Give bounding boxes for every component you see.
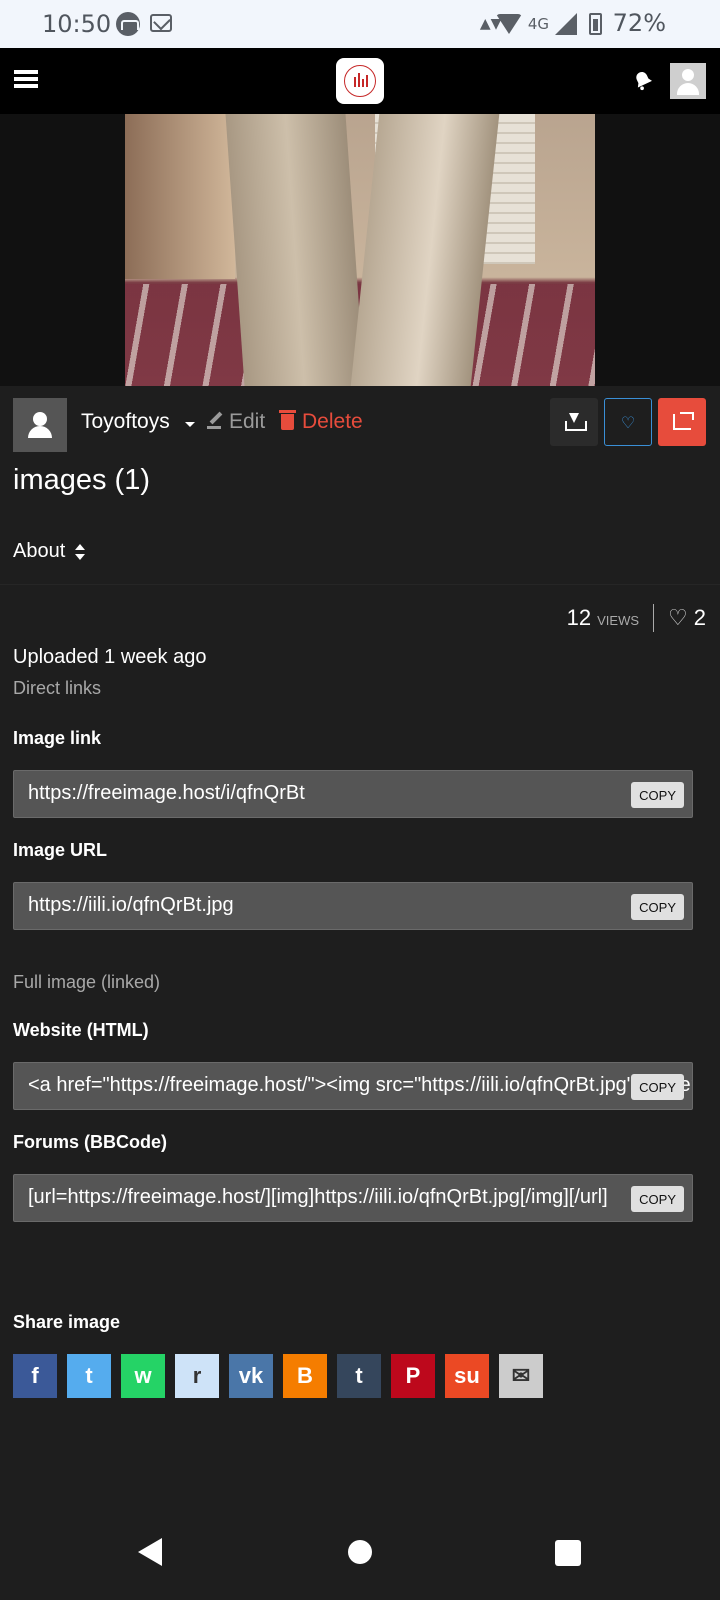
website-html-value[interactable]: <a href="https://freeimage.host/"><img s… [28,1074,692,1097]
owner-dropdown-caret-icon[interactable] [185,422,195,427]
share-stumbleupon-button[interactable]: su [445,1354,489,1398]
reddit-icon: r [192,1363,202,1388]
wifi-icon [495,14,522,34]
network-type: 4G [527,15,549,33]
website-html-label: Website (HTML) [13,1020,149,1040]
owner-avatar[interactable] [13,398,67,452]
stats-separator [653,604,655,632]
image-stats: 12 VIEWS ♡ 2 [567,604,706,632]
share-icon [673,412,694,430]
signal-icon [555,13,577,35]
delete-label: Delete [302,410,363,433]
user-avatar[interactable] [670,63,706,99]
status-bar: 10:50 ▲▼ 4G 72% [0,0,720,48]
image-link-value[interactable]: https://freeimage.host/i/qfnQrBt [28,782,305,805]
whatsapp-icon: w [134,1363,152,1388]
motorola-icon [116,12,140,36]
delete-button[interactable]: Delete [279,410,363,434]
email-icon: ✉ [511,1363,531,1388]
copy-button[interactable]: COPY [631,1186,684,1212]
share-blogger-button[interactable]: B [283,1354,327,1398]
image-url-field[interactable]: https://iili.io/qfnQrBt.jpg COPY [13,882,693,930]
notification-bell-icon[interactable] [632,68,654,92]
edit-button[interactable]: Edit [207,410,265,434]
menu-icon[interactable] [14,70,38,90]
status-time: 10:50 [42,10,112,38]
share-image-label: Share image [13,1312,121,1332]
share-facebook-button[interactable]: f [13,1354,57,1398]
twitter-icon: t [85,1363,93,1388]
copy-button[interactable]: COPY [631,1074,684,1100]
heart-outline-icon: ♡ [668,605,688,630]
recent-apps-icon[interactable] [555,1540,581,1566]
pencil-icon [207,415,221,429]
uploaded-time: Uploaded 1 week ago [13,646,207,668]
views-label: VIEWS [597,613,640,628]
battery-percent: 72% [612,9,666,37]
views-count: 12 [566,605,592,630]
about-toggle[interactable]: About [13,540,86,563]
download-icon [565,413,587,431]
copy-button[interactable]: COPY [631,894,684,920]
owner-name[interactable]: Toyoftoys [81,410,170,434]
divider [0,584,720,585]
share-email-button[interactable]: ✉ [499,1354,543,1398]
owner-row: Toyoftoys Edit Delete ♡ [13,398,707,452]
system-nav-bar [0,1520,720,1600]
full-image-title: Full image (linked) [13,972,161,992]
likes-count: 2 [693,605,706,630]
top-nav [0,48,720,114]
share-vk-button[interactable]: vk [229,1354,273,1398]
pinterest-icon: P [405,1363,421,1388]
share-buttons: f t w r vk Bt Psu ✉ [13,1354,543,1398]
share-pinterest-button[interactable]: P [391,1354,435,1398]
download-button[interactable] [550,398,598,446]
heart-icon: ♡ [620,412,636,432]
like-button[interactable]: ♡ [604,398,652,446]
share-twitter-button[interactable]: t [67,1354,111,1398]
image-link-field[interactable]: https://freeimage.host/i/qfnQrBt COPY [13,770,693,818]
gmail-icon [150,14,172,32]
back-icon[interactable] [138,1538,162,1566]
battery-icon [589,13,602,35]
uploaded-photo[interactable] [125,114,595,386]
stumbleupon-icon: su [454,1363,480,1388]
forums-bbcode-field[interactable]: [url=https://freeimage.host/][img]https:… [13,1174,693,1222]
image-url-value[interactable]: https://iili.io/qfnQrBt.jpg [28,894,234,917]
share-reddit-button[interactable]: r [175,1354,219,1398]
page-title: images (1) [13,464,150,496]
sort-arrows-icon [75,543,86,561]
direct-links-title: Direct links [13,678,102,698]
image-link-label: Image link [13,728,102,748]
facebook-icon: f [31,1363,39,1388]
home-icon[interactable] [348,1540,372,1564]
blogger-icon: B [297,1363,313,1388]
site-logo[interactable] [336,58,384,104]
about-label: About [13,540,66,562]
share-tumblr-button[interactable]: t [337,1354,381,1398]
tumblr-icon: t [355,1363,363,1388]
likes: ♡ 2 [668,605,706,631]
copy-button[interactable]: COPY [631,782,684,808]
data-arrows-icon: ▲▼ [479,16,502,32]
image-url-label: Image URL [13,840,108,860]
trash-icon [279,410,296,430]
forums-bbcode-label: Forums (BBCode) [13,1132,167,1152]
share-button[interactable] [658,398,706,446]
vk-icon: vk [238,1363,264,1388]
forums-bbcode-value[interactable]: [url=https://freeimage.host/][img]https:… [28,1186,608,1209]
website-html-field[interactable]: <a href="https://freeimage.host/"><img s… [13,1062,693,1110]
edit-label: Edit [229,410,266,433]
share-whatsapp-button[interactable]: w [121,1354,165,1398]
image-viewer[interactable] [0,114,720,386]
